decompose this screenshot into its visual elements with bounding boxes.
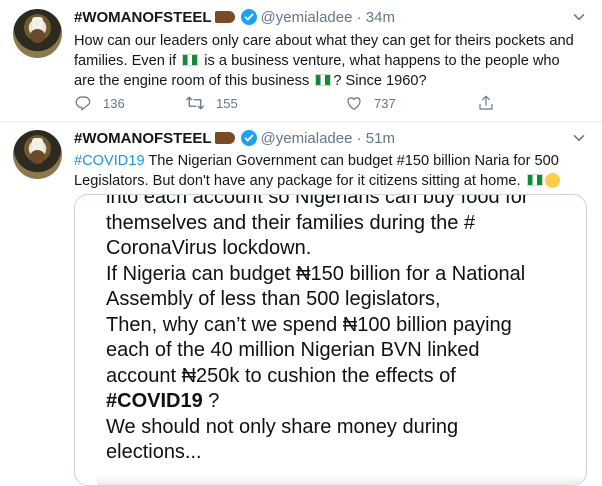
avatar[interactable] xyxy=(13,130,62,179)
tweet-media-image[interactable]: into each account so Nigerians can buy f… xyxy=(74,194,587,486)
media-line: We should not only share money during xyxy=(106,415,459,438)
media-line: elections... xyxy=(106,441,202,463)
nigeria-flag-emoji xyxy=(526,174,543,187)
hashtag-link[interactable]: #COVID19 xyxy=(74,153,145,169)
media-line: If Nigeria can budget ₦150 billion for a… xyxy=(106,262,526,285)
media-line: each of the 40 million Nigerian BVN link… xyxy=(106,339,480,361)
separator-dot: · xyxy=(356,130,362,147)
tweet-text: #COVID19 The Nigerian Government can bud… xyxy=(74,151,584,191)
media-line: Then, why can’t we spend ₦100 billion pa… xyxy=(106,313,512,336)
media-line-tail: ? xyxy=(202,390,220,412)
timestamp[interactable]: 51m xyxy=(366,130,395,147)
media-line: into each account so Nigerians can buy f… xyxy=(106,194,529,208)
user-handle[interactable]: @yemialadee xyxy=(261,130,353,147)
display-name[interactable]: #WOMANOFSTEEL xyxy=(74,130,212,147)
media-line: account ₦250k to cushion the effects of xyxy=(106,364,456,387)
chevron-down-icon[interactable] xyxy=(573,132,585,144)
media-line: Assembly of less than 500 legislators, xyxy=(106,288,441,310)
tweet-2[interactable]: #WOMANOFSTEEL @yemialadee · 51m #COVID19 … xyxy=(0,0,602,486)
tweet-text-part: The Nigerian Government can budget #150 … xyxy=(74,153,559,189)
avatar-face xyxy=(30,150,45,164)
media-hashtag: #COVID19 xyxy=(106,390,203,412)
media-line: CoronaVirus lockdown. xyxy=(106,237,312,259)
tweet-header: #WOMANOFSTEEL @yemialadee · 51m xyxy=(74,129,395,149)
media-line: themselves and their families during the… xyxy=(106,211,476,234)
verified-badge-icon xyxy=(240,130,257,147)
crying-face-emoji xyxy=(544,172,560,188)
media-bottom-edge xyxy=(97,475,586,485)
media-image-text: into each account so Nigerians can buy f… xyxy=(106,194,576,466)
media-line-hashtag: #COVID19 ? xyxy=(106,389,576,415)
pointing-hand-emoji xyxy=(214,132,235,145)
